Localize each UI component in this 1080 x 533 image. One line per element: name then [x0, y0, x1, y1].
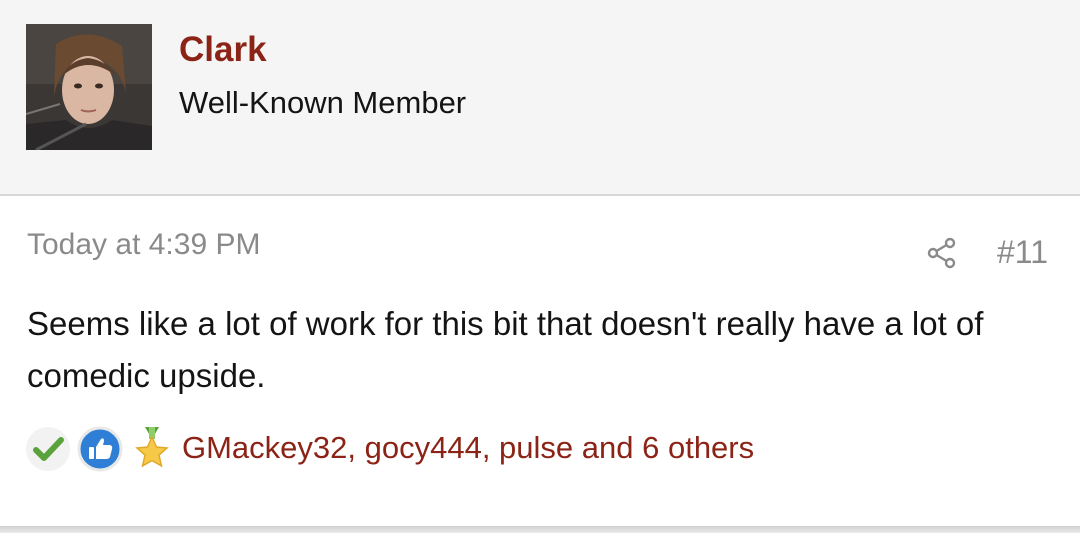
share-icon[interactable]: [926, 237, 958, 269]
post-number-link[interactable]: #11: [997, 232, 1048, 272]
check-icon: [24, 425, 72, 473]
author-title: Well-Known Member: [179, 85, 467, 120]
author-name[interactable]: Clark: [179, 30, 267, 70]
avatar[interactable]: [26, 24, 152, 150]
reaction-users-link[interactable]: GMackey32, gocy444, pulse and 6 others: [182, 428, 754, 468]
post-body: Seems like a lot of work for this bit th…: [27, 305, 984, 394]
post-divider: [0, 526, 1080, 533]
post-timestamp[interactable]: Today at 4:39 PM: [27, 226, 260, 264]
like-icon: [76, 425, 124, 473]
star-medal-icon: [128, 425, 176, 473]
user-header: Clark Well-Known Member: [0, 0, 1080, 196]
